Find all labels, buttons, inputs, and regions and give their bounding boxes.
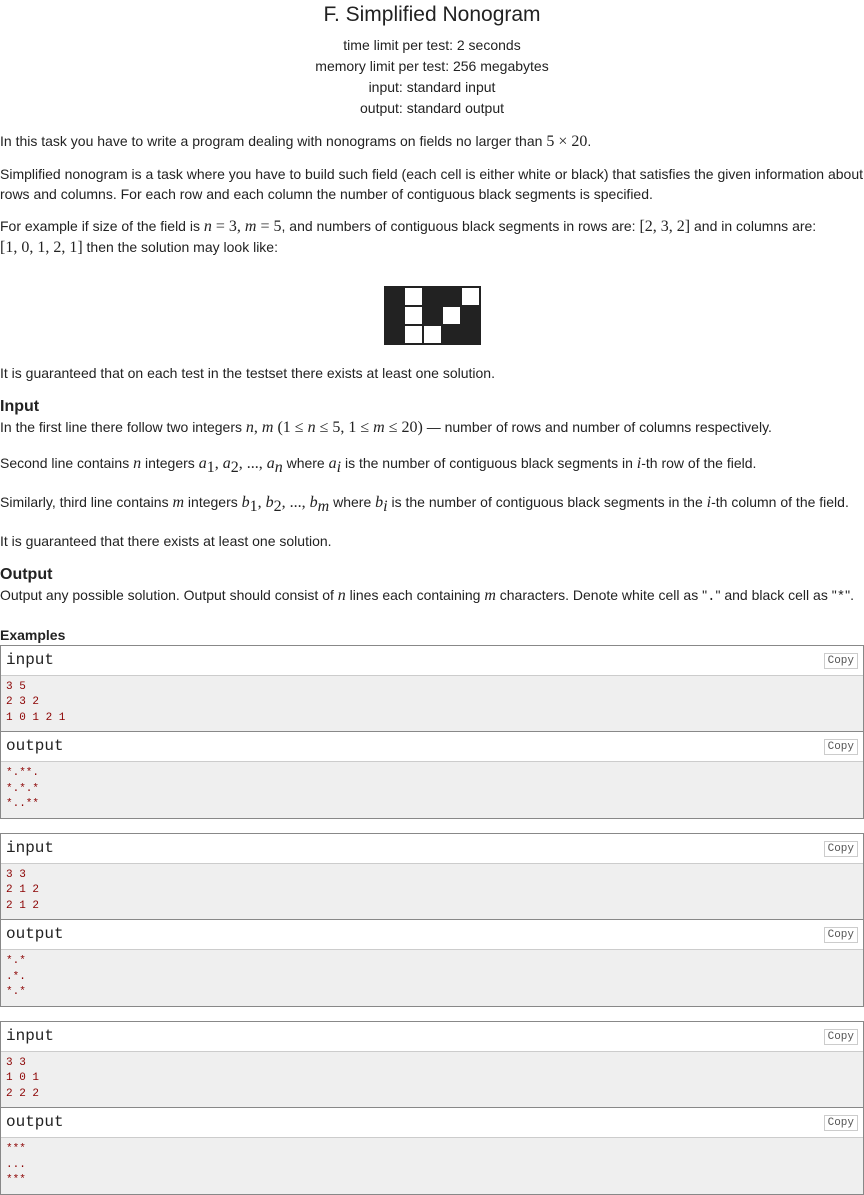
nonogram-cell-white xyxy=(403,325,423,344)
example-output-label: output xyxy=(6,925,64,944)
nonogram-cell-black xyxy=(384,325,404,344)
input-line-1: In the first line there follow two integ… xyxy=(0,419,772,436)
nonogram-grid xyxy=(383,286,481,345)
nonogram-cell-black xyxy=(384,306,404,325)
example-input-header: input Copy xyxy=(1,833,863,864)
example-output-text: *.**. *.*.* *..** xyxy=(6,767,40,811)
examples-title: Examples xyxy=(0,626,66,643)
statement-paragraph-4: It is guaranteed that on each test in th… xyxy=(0,365,495,381)
nonogram-cell-white xyxy=(441,306,461,325)
copy-button[interactable]: Copy xyxy=(823,739,858,756)
example-input-label: input xyxy=(6,838,55,857)
output-file: output: standard output xyxy=(360,100,504,116)
example-block: input Copy 3 3 2 1 2 2 1 2 output Copy *.* .*… xyxy=(0,832,864,1007)
math-rows: [2, 3, 2] xyxy=(639,218,691,235)
input-line-2: Second line contains n integers a1, a2, … xyxy=(0,455,757,476)
nonogram-cell-black xyxy=(441,287,461,306)
example-block: input Copy 3 3 1 0 1 2 2 2 output Copy *** ..… xyxy=(0,1020,864,1195)
nonogram-cell-white xyxy=(403,306,423,325)
statement-paragraph-1: In this task you have to write a program… xyxy=(0,133,592,150)
example-input-header: input Copy xyxy=(1,1021,863,1052)
nonogram-cell-black xyxy=(422,287,442,306)
examples-list: input Copy 3 5 2 3 2 1 0 1 2 1 output Copy *.… xyxy=(0,644,864,1195)
example-input-text: 3 3 2 1 2 2 1 2 xyxy=(6,868,40,912)
example-output-label: output xyxy=(6,737,64,756)
input-section: Input In the first line there follow two… xyxy=(0,397,864,551)
copy-button[interactable]: Copy xyxy=(823,652,858,669)
input-line-3: Similarly, third line contains m integer… xyxy=(0,493,849,515)
example-output-header: output Copy xyxy=(1,919,863,951)
example-input-label: input xyxy=(6,1026,55,1045)
math-cols: [1, 0, 1, 2, 1] xyxy=(0,239,83,256)
input-line-4: It is guaranteed that there exists at le… xyxy=(0,532,332,549)
example-output-header: output Copy xyxy=(1,1107,863,1139)
math-field-size: 5 × 20 xyxy=(546,133,588,150)
time-limit: time limit per test: 2 seconds xyxy=(343,37,521,53)
copy-button[interactable]: Copy xyxy=(823,927,858,944)
nonogram-figure xyxy=(0,286,864,345)
statement: In this task you have to write a program… xyxy=(0,129,864,383)
example-block: input Copy 3 5 2 3 2 1 0 1 2 1 output Copy *.… xyxy=(0,644,864,819)
nonogram-cell-white xyxy=(403,287,423,306)
output-section: Output Output any possible solution. Out… xyxy=(0,565,864,607)
nonogram-cell-black xyxy=(384,287,404,306)
nonogram-cell-black xyxy=(441,325,461,344)
input-file: input: standard input xyxy=(368,79,496,95)
memory-limit: memory limit per test: 256 megabytes xyxy=(315,58,549,74)
examples-section: Examples input Copy 3 5 2 3 2 1 0 1 2 1 out… xyxy=(0,625,864,1195)
output-line-1: Output any possible solution. Output sho… xyxy=(0,586,854,605)
example-output-text: *** ... *** xyxy=(6,1143,26,1187)
example-input-text: 3 5 2 3 2 1 0 1 2 1 xyxy=(6,680,66,724)
statement-paragraph-3: For example if size of the field is n = … xyxy=(0,218,817,256)
nonogram-cell-white xyxy=(460,287,480,306)
statement-paragraph-2: Simplified nonogram is a task where you … xyxy=(0,166,864,202)
copy-button[interactable]: Copy xyxy=(823,1028,858,1045)
example-output-label: output xyxy=(6,1113,64,1132)
nonogram-cell-white xyxy=(422,325,442,344)
example-input-text: 3 3 1 0 1 2 2 2 xyxy=(6,1056,40,1100)
output-section-title: Output xyxy=(0,565,53,583)
input-section-title: Input xyxy=(0,398,40,415)
nonogram-cell-black xyxy=(460,306,480,325)
copy-button[interactable]: Copy xyxy=(823,840,858,857)
example-output-text: *.* .*. *.* xyxy=(6,955,26,999)
example-output-header: output Copy xyxy=(1,731,863,763)
copy-button[interactable]: Copy xyxy=(823,1115,858,1132)
example-input-header: input Copy xyxy=(1,645,863,676)
math-m: m xyxy=(244,218,257,235)
problem-title: F. Simplified Nonogram xyxy=(323,3,541,26)
nonogram-cell-black xyxy=(460,325,480,344)
problem-header: F. Simplified Nonogram time limit per te… xyxy=(0,0,864,119)
math-n: n xyxy=(203,218,212,235)
nonogram-cell-black xyxy=(422,306,442,325)
example-input-label: input xyxy=(6,650,55,669)
